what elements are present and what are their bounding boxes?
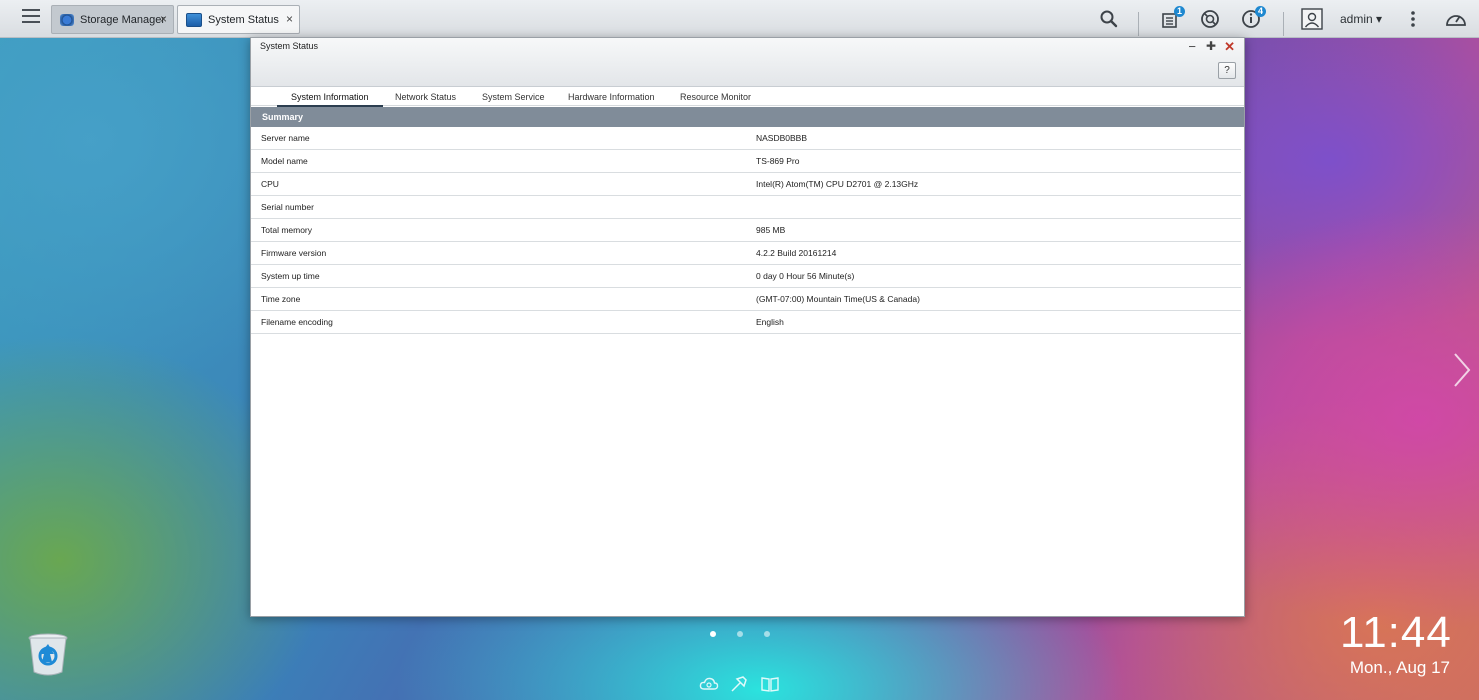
user-icon[interactable] [1301,8,1323,30]
tab-resource-monitor[interactable]: Resource Monitor [666,92,765,105]
top-taskbar: Storage Manager × System Status × 1 4 ad… [0,0,1479,38]
tab-hardware-information[interactable]: Hardware Information [554,92,669,105]
utility-icon[interactable] [730,675,750,693]
section-header-summary: Summary [251,107,1244,127]
tab-storage-manager[interactable]: Storage Manager × [51,5,174,34]
row-label: Filename encoding [261,317,333,327]
row-label: Firmware version [261,248,327,258]
divider [1138,12,1139,36]
search-icon[interactable] [1098,8,1120,30]
recycle-bin-icon[interactable] [27,632,69,676]
row-label: CPU [261,179,279,189]
tab-label: Storage Manager [80,13,165,26]
row-value: 985 MB [756,225,786,235]
monitor-icon [186,12,202,27]
row-value: NASDB0BBB [756,133,808,143]
tab-label: System Status [208,13,279,26]
row-value: TS-869 Pro [756,156,800,166]
close-icon[interactable]: × [286,12,293,26]
info-badge: 4 [1255,6,1267,17]
event-notification-icon[interactable] [1199,8,1221,30]
system-status-window: System Status − ✚ ✕ ? System Information… [250,37,1245,617]
table-row: CPU Intel(R) Atom(TM) CPU D2701 @ 2.13GH… [251,173,1241,196]
row-value: (GMT-07:00) Mountain Time(US & Canada) [756,294,920,304]
table-row: Firmware version 4.2.2 Build 20161214 [251,242,1241,265]
summary-table: Server name NASDB0BBB Model name TS-869 … [251,127,1244,334]
background-tasks-icon[interactable]: 1 [1160,6,1186,30]
close-icon[interactable]: × [160,12,167,26]
row-label: Serial number [261,202,314,212]
window-title: System Status [260,41,319,51]
table-row: Filename encoding English [251,311,1241,334]
divider [1283,12,1284,36]
tab-network-status[interactable]: Network Status [381,92,470,105]
row-label: Total memory [261,225,313,235]
page-dot-3[interactable] [764,631,770,637]
next-page-arrow-icon[interactable] [1452,352,1472,388]
close-button[interactable]: ✕ [1224,40,1235,53]
minimize-button[interactable]: − [1188,40,1196,53]
row-label: Server name [261,133,310,143]
tab-system-service[interactable]: System Service [468,92,559,105]
row-label: Model name [261,156,308,166]
table-row: Serial number [251,196,1241,219]
tab-system-status[interactable]: System Status × [177,5,300,34]
row-value: English [756,317,784,327]
table-row: Server name NASDB0BBB [251,127,1241,150]
table-row: Total memory 985 MB [251,219,1241,242]
clock-time: 11:44 [1340,608,1452,657]
table-row: System up time 0 day 0 Hour 56 Minute(s) [251,265,1241,288]
row-label: Time zone [261,294,301,304]
storage-manager-icon [60,13,74,26]
row-value: 0 day 0 Hour 56 Minute(s) [756,271,855,281]
row-value: 4.2.2 Build 20161214 [756,248,837,258]
page-dot-2[interactable] [737,631,743,637]
myqnapcloud-icon[interactable] [699,675,719,693]
row-label: System up time [261,271,320,281]
more-options-icon[interactable] [1402,8,1424,30]
row-value: Intel(R) Atom(TM) CPU D2701 @ 2.13GHz [756,179,919,189]
tab-bar: System Information Network Status System… [251,87,1244,107]
table-row: Model name TS-869 Pro [251,150,1241,173]
notification-badge: 1 [1174,6,1186,17]
tab-system-information[interactable]: System Information [277,92,383,107]
desktop-clock: 11:44 Mon., Aug 17 [1340,608,1452,678]
help-book-icon[interactable] [760,675,780,693]
window-titlebar[interactable]: System Status − ✚ ✕ ? [251,38,1244,87]
maximize-button[interactable]: ✚ [1206,40,1216,53]
table-row: Time zone (GMT-07:00) Mountain Time(US &… [251,288,1241,311]
clock-date: Mon., Aug 17 [1349,658,1450,677]
info-icon[interactable]: 4 [1241,6,1267,30]
help-button[interactable]: ? [1218,62,1236,79]
user-menu[interactable]: admin ▾ [1340,12,1382,26]
menu-icon[interactable] [22,9,40,25]
dashboard-icon[interactable] [1444,8,1468,30]
page-dot-1[interactable] [710,631,716,637]
